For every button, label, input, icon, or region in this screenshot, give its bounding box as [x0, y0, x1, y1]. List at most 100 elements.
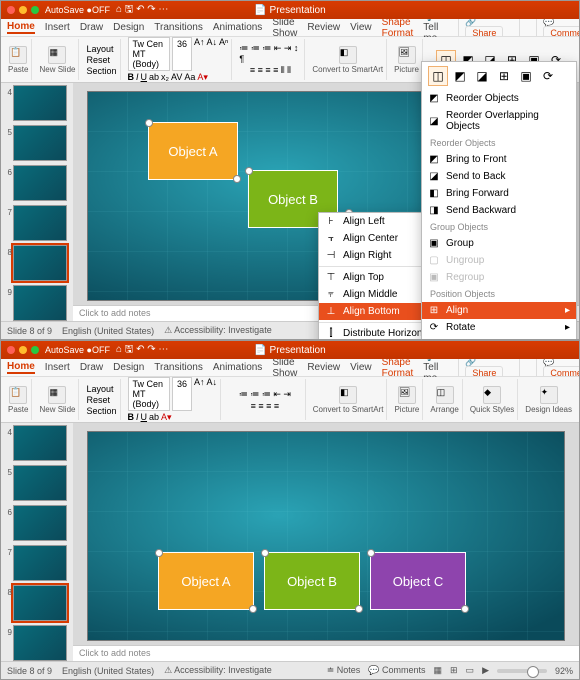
tab-insert[interactable]: Insert [45, 362, 70, 373]
view-normal-icon[interactable]: ▦ [433, 665, 442, 676]
paste-group[interactable]: 📋Paste [5, 39, 32, 80]
comments-toggle[interactable]: 💬 Comments [368, 665, 425, 676]
picture-button[interactable]: 🖼Picture [391, 39, 423, 80]
font-size-select[interactable]: 36 [172, 377, 192, 411]
slide-thumbnails[interactable]: 4 5 6 7 8 9 [1, 423, 73, 661]
tab-animations[interactable]: Animations [213, 362, 262, 373]
font-size-select[interactable]: 36 [172, 37, 192, 71]
underline-button[interactable]: U [141, 72, 148, 83]
arrange-icon4[interactable]: ⊞ [494, 66, 514, 86]
tab-slideshow[interactable]: Slide Show [272, 357, 297, 379]
tab-slideshow[interactable]: Slide Show [272, 17, 297, 39]
tab-animations[interactable]: Animations [213, 22, 262, 33]
bold-button[interactable]: B [128, 412, 135, 423]
smartart-button[interactable]: ◧Convert to SmartArt [310, 379, 388, 420]
tab-review[interactable]: Review [307, 22, 340, 33]
thumb-8[interactable]: 8 [13, 585, 67, 621]
increase-font-icon[interactable]: A↑ [194, 377, 205, 411]
group[interactable]: ▣Group [422, 235, 576, 252]
quick-access-icons[interactable]: ⌂ 🖫 ↶ ↷ ⋯ [116, 342, 168, 359]
strike-button[interactable]: ab [149, 412, 159, 423]
bring-forward[interactable]: ◧Bring Forward [422, 185, 576, 202]
window-controls[interactable] [7, 346, 39, 354]
italic-button[interactable]: I [136, 72, 139, 83]
tab-insert[interactable]: Insert [45, 22, 70, 33]
tab-draw[interactable]: Draw [80, 362, 103, 373]
view-reading-icon[interactable]: ▭ [466, 665, 475, 676]
send-backward[interactable]: ◨Send Backward [422, 202, 576, 219]
paragraph-group[interactable]: ≔ ≔ ≔ ⇤ ⇥ ↕ ¶ ≡ ≡ ≡ ≡ ⫴ ⫴ [236, 39, 305, 80]
thumb-5[interactable]: 5 [13, 465, 67, 501]
arrange-icon5[interactable]: ▣ [516, 66, 536, 86]
clear-format-icon[interactable]: Aⁿ [219, 37, 228, 71]
tab-draw[interactable]: Draw [80, 22, 103, 33]
slide-thumbnails[interactable]: 4 5 6 7 8 9 [1, 83, 73, 321]
arrange-icon6[interactable]: ⟳ [538, 66, 558, 86]
slide-options[interactable]: LayoutResetSection [83, 39, 120, 80]
language-indicator[interactable]: English (United States) [62, 326, 154, 336]
bold-button[interactable]: B [128, 72, 135, 83]
thumb-4[interactable]: 4 [13, 425, 67, 461]
italic-button[interactable]: I [136, 412, 139, 423]
object-a[interactable]: Object A [158, 552, 254, 610]
tab-design[interactable]: Design [113, 22, 144, 33]
language-indicator[interactable]: English (United States) [62, 666, 154, 676]
underline-button[interactable]: U [141, 412, 148, 423]
reorder-overlapping[interactable]: ◪Reorder Overlapping Objects [422, 107, 576, 135]
subscript-button[interactable]: x₂ [161, 72, 169, 83]
send-to-back[interactable]: ◪Send to Back [422, 168, 576, 185]
view-sorter-icon[interactable]: ⊞ [450, 665, 458, 676]
tab-home[interactable]: Home [7, 21, 35, 34]
notes-toggle[interactable]: ≐ Notes [327, 665, 361, 676]
tab-design[interactable]: Design [113, 362, 144, 373]
strike-button[interactable]: ab [149, 72, 159, 83]
thumb-7[interactable]: 7 [13, 205, 67, 241]
window-controls[interactable] [7, 6, 39, 14]
thumb-5[interactable]: 5 [13, 125, 67, 161]
bring-to-front[interactable]: ◩Bring to Front [422, 151, 576, 168]
align-menu-item[interactable]: ⊞Align [422, 302, 576, 319]
paragraph-group[interactable]: ≔ ≔ ≔ ⇤ ⇥ ≡ ≡ ≡ ≡ [225, 379, 306, 420]
thumb-4[interactable]: 4 [13, 85, 67, 121]
tab-view[interactable]: View [350, 362, 372, 373]
smartart-button[interactable]: ◧Convert to SmartArt [309, 39, 387, 80]
accessibility-indicator[interactable]: ⚠ Accessibility: Investigate [164, 325, 272, 336]
thumb-6[interactable]: 6 [13, 165, 67, 201]
quick-access-icons[interactable]: ⌂ 🖫 ↶ ↷ ⋯ [116, 2, 168, 19]
tab-review[interactable]: Review [307, 362, 340, 373]
accessibility-indicator[interactable]: ⚠ Accessibility: Investigate [164, 665, 272, 676]
thumb-8[interactable]: 8 [13, 245, 67, 281]
font-color-button[interactable]: A▾ [197, 72, 208, 83]
tab-transitions[interactable]: Transitions [154, 22, 203, 33]
increase-font-icon[interactable]: A↑ [194, 37, 205, 71]
font-name-select[interactable]: Tw Cen MT (Body) [128, 37, 170, 71]
thumb-6[interactable]: 6 [13, 505, 67, 541]
tab-view[interactable]: View [350, 22, 372, 33]
slide-options[interactable]: LayoutResetSection [83, 379, 120, 420]
design-ideas-button[interactable]: ✦Design Ideas [522, 379, 575, 420]
decrease-font-icon[interactable]: A↓ [207, 377, 218, 411]
arrange-icon2[interactable]: ◩ [450, 66, 470, 86]
autosave-toggle[interactable]: AutoSave ●OFF [45, 345, 110, 355]
notes-pane[interactable]: Click to add notes [73, 645, 579, 661]
quick-styles-button[interactable]: ◆Quick Styles [467, 379, 518, 420]
tab-home[interactable]: Home [7, 361, 35, 374]
thumb-9[interactable]: 9 [13, 625, 67, 661]
tab-shape-format[interactable]: Shape Format [382, 17, 414, 39]
new-slide-button[interactable]: ▦New Slide [36, 379, 79, 420]
zoom-slider[interactable] [497, 669, 547, 673]
highlight-button[interactable]: AV [171, 72, 182, 83]
arrange-button[interactable]: ◫Arrange [427, 379, 462, 420]
font-color-button[interactable]: A▾ [161, 412, 172, 423]
reorder-objects[interactable]: ◩Reorder Objects [422, 90, 576, 107]
decrease-font-icon[interactable]: A↓ [207, 37, 218, 71]
zoom-level[interactable]: 92% [555, 666, 573, 676]
slide-canvas[interactable]: Object A Object B Object C [87, 431, 565, 641]
rotate-menu-item[interactable]: ⟳Rotate [422, 319, 576, 336]
tab-transitions[interactable]: Transitions [154, 362, 203, 373]
new-slide-button[interactable]: ▦New Slide [36, 39, 79, 80]
object-a[interactable]: Object A [148, 122, 238, 180]
arrange-icon3[interactable]: ◪ [472, 66, 492, 86]
tab-shape-format[interactable]: Shape Format [382, 357, 414, 379]
thumb-7[interactable]: 7 [13, 545, 67, 581]
